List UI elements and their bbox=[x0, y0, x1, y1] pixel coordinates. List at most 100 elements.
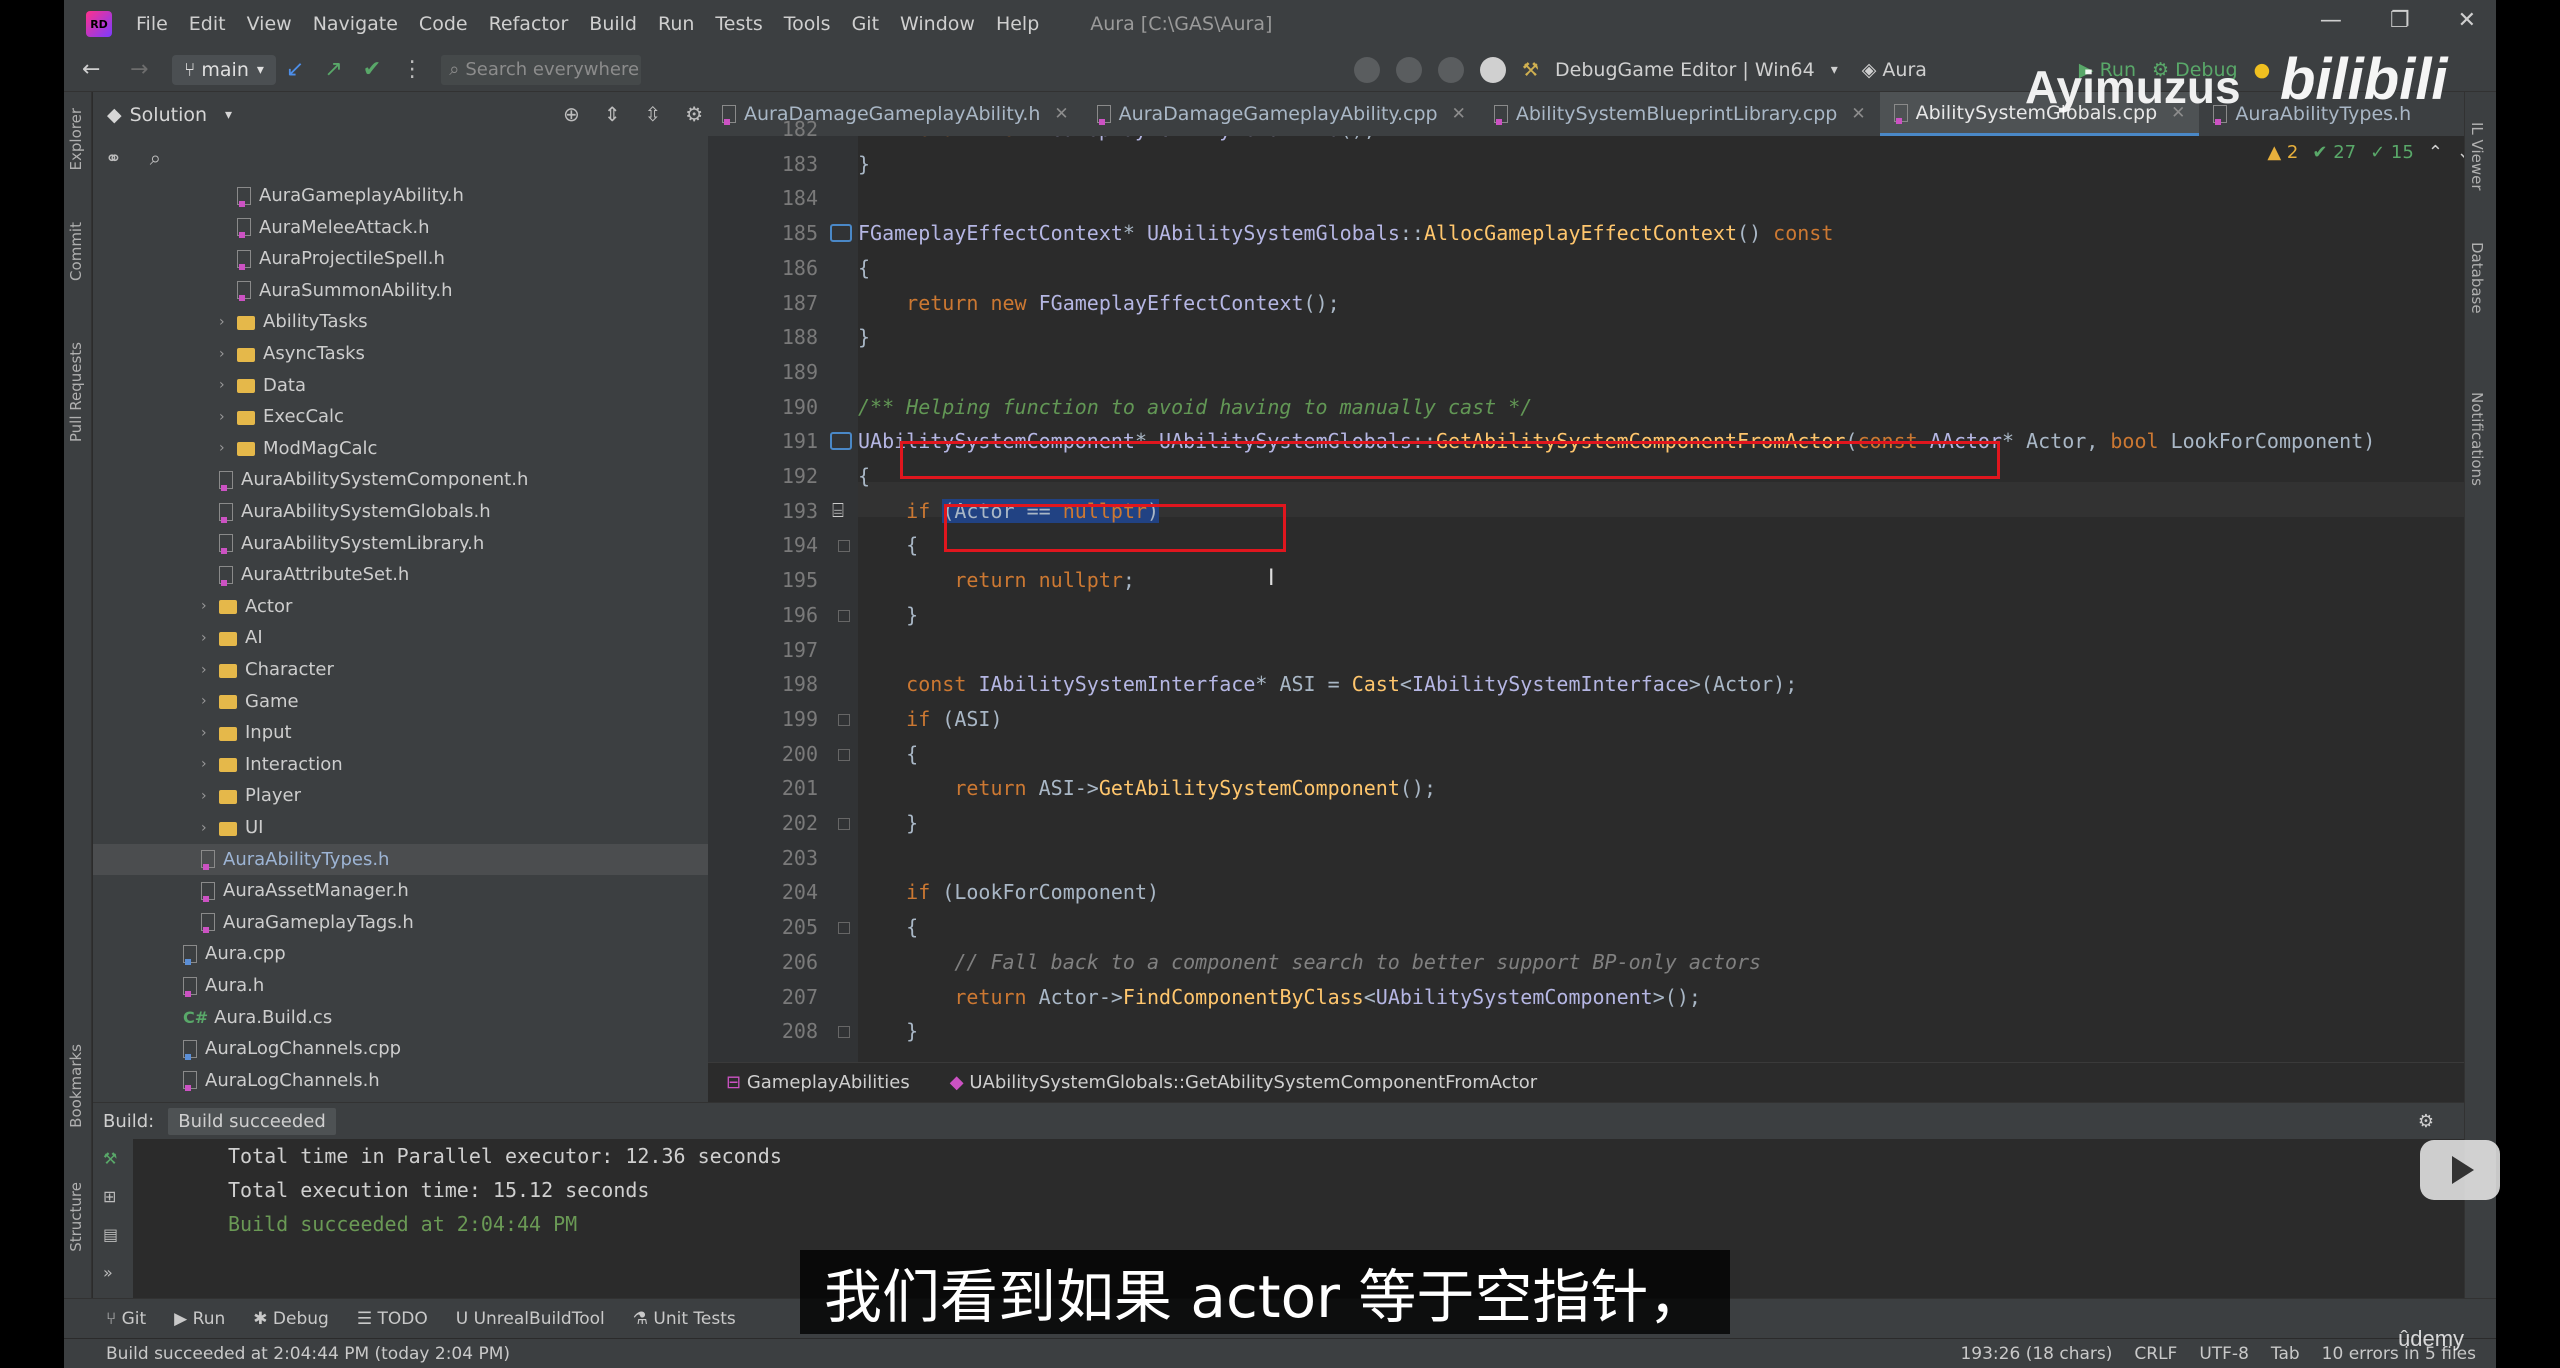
tree-folder[interactable]: › ModMagCalc bbox=[219, 433, 377, 464]
menu-help[interactable]: Help bbox=[996, 13, 1039, 35]
unreal-engine-icon[interactable] bbox=[1480, 57, 1506, 83]
chevron-right-icon[interactable]: › bbox=[219, 409, 237, 425]
tree-file[interactable]: AuraLogChannels.h bbox=[183, 1065, 380, 1096]
fold-marker-icon[interactable] bbox=[838, 713, 850, 726]
restore-icon[interactable]: ❐ bbox=[2390, 8, 2410, 33]
menu-git[interactable]: Git bbox=[852, 13, 879, 35]
structure-tool-button[interactable]: Structure bbox=[67, 1182, 85, 1252]
chevron-right-icon[interactable]: › bbox=[201, 598, 219, 614]
fold-marker-icon[interactable] bbox=[838, 922, 850, 935]
unit-tests-tool-button[interactable]: ⚗ Unit Tests bbox=[633, 1309, 736, 1329]
chevron-right-icon[interactable]: › bbox=[201, 630, 219, 646]
menu-edit[interactable]: Edit bbox=[189, 13, 226, 35]
fold-marker-icon[interactable] bbox=[838, 748, 850, 761]
update-project-icon[interactable]: ↙ bbox=[286, 57, 304, 82]
tree-file[interactable]: AuraAbilitySystemLibrary.h bbox=[219, 528, 484, 559]
solution-title[interactable]: Solution bbox=[130, 104, 207, 126]
tree-folder[interactable]: › AsyncTasks bbox=[219, 338, 365, 369]
more-icon[interactable]: » bbox=[103, 1263, 113, 1282]
unreal-icon[interactable] bbox=[1354, 57, 1380, 83]
chevron-right-icon[interactable]: › bbox=[219, 346, 237, 362]
tree-folder[interactable]: › Actor bbox=[201, 591, 292, 622]
status-message[interactable]: Build succeeded at 2:04:44 PM (today 2:0… bbox=[106, 1344, 510, 1364]
run-config-selector[interactable]: DebugGame Editor | Win64 bbox=[1555, 59, 1815, 81]
tree-folder[interactable]: › Input bbox=[201, 717, 292, 748]
broom-icon[interactable]: ⌸ bbox=[832, 498, 844, 522]
run-tool-button[interactable]: ▶ Run bbox=[174, 1309, 225, 1329]
menu-run[interactable]: Run bbox=[658, 13, 694, 35]
menu-tests[interactable]: Tests bbox=[715, 13, 762, 35]
tree-folder[interactable]: › AbilityTasks bbox=[219, 306, 368, 337]
search-everywhere-input[interactable]: ⌕ Search everywhere bbox=[441, 54, 642, 85]
debug-tool-button[interactable]: ✱ Debug bbox=[253, 1309, 329, 1329]
search-icon[interactable]: ⌕ bbox=[150, 146, 161, 170]
il-viewer-tool-button[interactable]: IL Viewer bbox=[2468, 122, 2486, 191]
forward-arrow-icon[interactable]: → bbox=[130, 57, 160, 82]
tree-file[interactable]: AuraSummonAbility.h bbox=[237, 275, 453, 306]
close-tab-icon[interactable]: ✕ bbox=[1452, 104, 1466, 124]
gear-icon[interactable]: ⚙ bbox=[685, 102, 703, 126]
tree-folder[interactable]: › Data bbox=[219, 370, 306, 401]
chevron-down-icon[interactable]: ▾ bbox=[225, 107, 232, 123]
build-icon[interactable]: ⚒ bbox=[103, 1149, 117, 1168]
chevron-right-icon[interactable]: › bbox=[219, 440, 237, 456]
chevron-right-icon[interactable]: › bbox=[201, 662, 219, 678]
tree-file[interactable]: Aura.h bbox=[183, 970, 264, 1001]
todo-tool-button[interactable]: ☰ TODO bbox=[357, 1309, 428, 1329]
tree-folder[interactable]: › Character bbox=[201, 654, 334, 685]
tree-file[interactable]: AuraAbilityTypes.h bbox=[93, 843, 728, 875]
tree-file[interactable]: AuraAttributeSet.h bbox=[219, 559, 409, 590]
menu-code[interactable]: Code bbox=[419, 13, 468, 35]
inspection-widget[interactable]: ▲ 2 ✔ 27 ✓ 15 ⌃ ⌄ bbox=[2267, 142, 2472, 163]
chevron-right-icon[interactable]: › bbox=[201, 756, 219, 772]
chevron-down-icon[interactable]: ▾ bbox=[1831, 62, 1838, 78]
chevron-up-icon[interactable]: ⌃ bbox=[2428, 142, 2443, 163]
expand-all-icon[interactable]: ⇕ bbox=[604, 102, 621, 126]
file-encoding[interactable]: UTF-8 bbox=[2199, 1344, 2249, 1364]
more-icon[interactable]: ⋮ bbox=[401, 57, 423, 82]
notifications-tool-button[interactable]: Notifications bbox=[2468, 392, 2486, 486]
git-tool-button[interactable]: ⑂ Git bbox=[106, 1309, 146, 1329]
tree-file[interactable]: AuraAssetManager.h bbox=[201, 875, 409, 906]
menu-tools[interactable]: Tools bbox=[784, 13, 831, 35]
tree-file[interactable]: AuraAbilitySystemGlobals.h bbox=[219, 496, 491, 527]
unreal-icon-3[interactable] bbox=[1438, 57, 1464, 83]
tree-file[interactable]: AuraProjectileSpell.h bbox=[237, 243, 445, 274]
line-separator[interactable]: CRLF bbox=[2134, 1344, 2177, 1364]
fold-marker-icon[interactable] bbox=[838, 540, 850, 553]
fold-marker-icon[interactable] bbox=[838, 1026, 850, 1039]
update-icon[interactable]: ● bbox=[2254, 59, 2271, 81]
push-icon[interactable]: ↗ bbox=[324, 57, 342, 82]
tree-file[interactable]: AuraGameplayAbility.h bbox=[237, 180, 464, 211]
fold-marker-icon[interactable] bbox=[838, 818, 850, 830]
tree-folder[interactable]: › Game bbox=[201, 686, 299, 717]
pull-requests-tool-button[interactable]: Pull Requests bbox=[67, 342, 85, 442]
editor-tab[interactable]: AuraDamageGameplayAbility.cpp ✕ bbox=[1083, 92, 1480, 136]
breadcrumb-namespace[interactable]: ⊟ GameplayAbilities bbox=[726, 1072, 910, 1093]
close-tab-icon[interactable]: ✕ bbox=[1054, 104, 1068, 124]
tree-folder[interactable]: › Interaction bbox=[201, 749, 343, 780]
chevron-right-icon[interactable]: › bbox=[201, 820, 219, 836]
menu-build[interactable]: Build bbox=[589, 13, 637, 35]
tree-file[interactable]: AuraGameplayTags.h bbox=[201, 907, 414, 938]
chevron-right-icon[interactable]: › bbox=[201, 788, 219, 804]
tree-file[interactable]: C# Aura.Build.cs bbox=[183, 1002, 332, 1033]
breadcrumb-function[interactable]: ◆ UAbilitySystemGlobals::GetAbilitySyste… bbox=[950, 1072, 1537, 1093]
gear-icon[interactable]: ⚙ bbox=[2418, 1111, 2434, 1132]
branch-selector[interactable]: ⑂ main ▾ bbox=[172, 54, 276, 85]
build-succeeded-tab[interactable]: Build succeeded bbox=[168, 1107, 336, 1135]
indent-setting[interactable]: Tab bbox=[2271, 1344, 2300, 1364]
implements-icon[interactable] bbox=[830, 432, 852, 451]
view-options-icon[interactable]: ⚭ bbox=[105, 146, 122, 170]
commit-check-icon[interactable]: ✔ bbox=[363, 57, 381, 82]
tree-folder[interactable]: › ExecCalc bbox=[219, 401, 344, 432]
code-editor[interactable]: return new FGameplayAbilityActorInfo();}… bbox=[858, 136, 2488, 1062]
collapse-all-icon[interactable]: ⇳ bbox=[645, 102, 662, 126]
menu-view[interactable]: View bbox=[247, 13, 292, 35]
implements-icon[interactable] bbox=[830, 224, 852, 243]
menu-file[interactable]: File bbox=[136, 13, 168, 35]
tree-folder[interactable]: › AI bbox=[201, 622, 263, 653]
caret-position[interactable]: 193:26 (18 chars) bbox=[1960, 1344, 2112, 1364]
explorer-tool-button[interactable]: Explorer bbox=[67, 108, 85, 170]
unreal-build-tool-button[interactable]: U UnrealBuildTool bbox=[456, 1309, 605, 1329]
